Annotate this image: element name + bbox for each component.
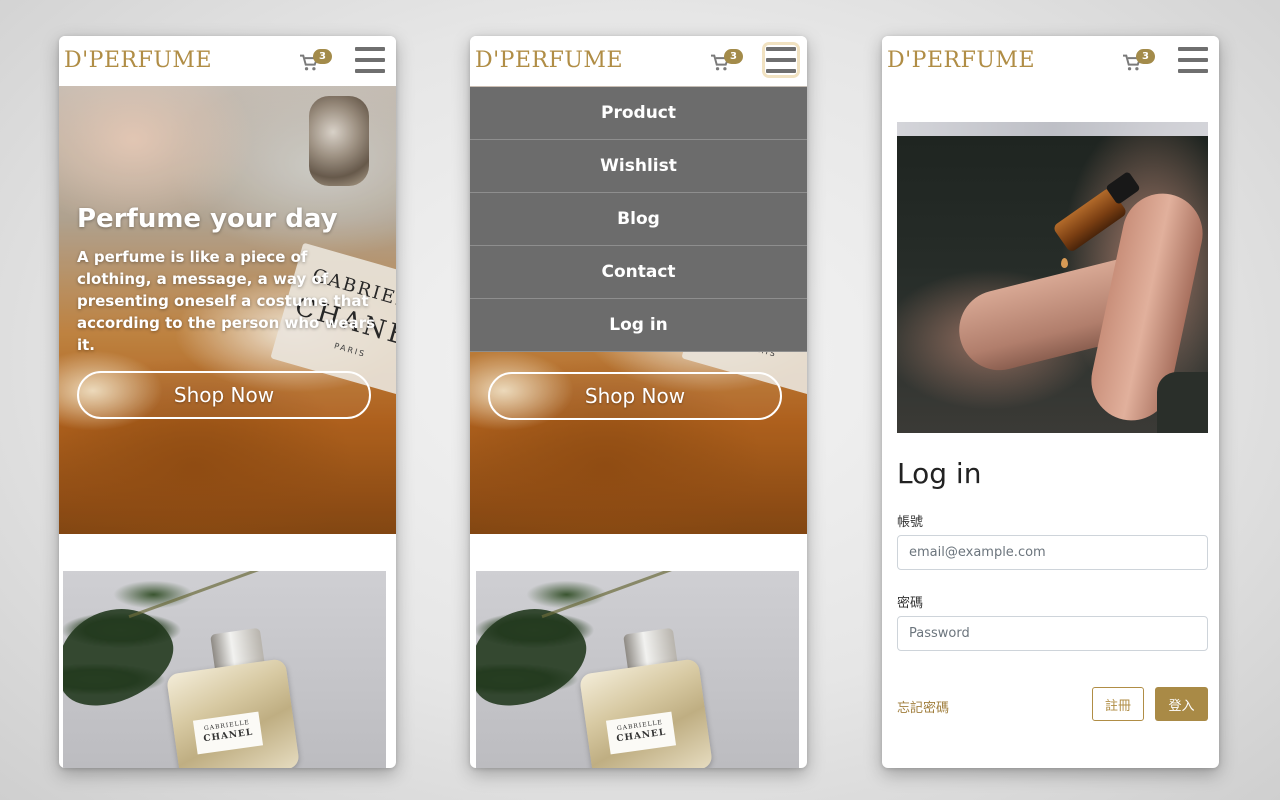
navbar: D'PERFUME 3 [882, 36, 1219, 86]
phone-home-screen: D'PERFUME 3 GABRIEL CHANEL PARIS Perfume… [59, 36, 396, 768]
hamburger-icon-bar [355, 69, 385, 73]
leaf-decoration [476, 589, 600, 723]
login-title: Log in [897, 457, 982, 490]
hamburger-icon-bar [355, 58, 385, 62]
brand-logo[interactable]: D'PERFUME [64, 48, 212, 73]
window-light-decoration [897, 122, 1208, 136]
menu-item-product[interactable]: Product [470, 87, 807, 140]
sleeve-decoration [1157, 372, 1208, 433]
hamburger-icon-bar [766, 58, 796, 62]
shop-now-button[interactable]: Shop Now [488, 372, 782, 420]
hamburger-icon-bar [1178, 69, 1208, 73]
cart-count-badge: 3 [313, 49, 332, 64]
cart-button[interactable]: 3 [710, 49, 743, 74]
hamburger-menu-button[interactable] [1177, 45, 1209, 75]
phone-menu-screen: D'PERFUME 3 GABRIEL CHANEL PARIS Shop No… [470, 36, 807, 768]
dropdown-nav-menu: Product Wishlist Blog Contact Log in [470, 87, 807, 352]
register-button[interactable]: 註冊 [1092, 687, 1144, 721]
shop-now-button[interactable]: Shop Now [77, 371, 371, 419]
product-image[interactable]: GABRIELLE CHANEL [476, 571, 799, 768]
brand-logo[interactable]: D'PERFUME [887, 48, 1035, 73]
hamburger-menu-button[interactable] [762, 42, 800, 78]
menu-item-blog[interactable]: Blog [470, 193, 807, 246]
password-field[interactable] [897, 616, 1208, 651]
hamburger-icon-bar [1178, 58, 1208, 62]
hero-title: Perfume your day [77, 204, 338, 234]
perfume-bottle [165, 658, 301, 768]
login-hero-image [897, 122, 1208, 433]
menu-item-contact[interactable]: Contact [470, 246, 807, 299]
account-label: 帳號 [897, 515, 924, 530]
cart-count-badge: 3 [724, 49, 743, 64]
hamburger-icon [355, 47, 385, 51]
login-submit-button[interactable]: 登入 [1155, 687, 1208, 721]
cart-count-badge: 3 [1136, 49, 1155, 64]
password-label: 密碼 [897, 596, 924, 611]
product-image[interactable]: GABRIELLE CHANEL [63, 571, 386, 768]
menu-item-login[interactable]: Log in [470, 299, 807, 352]
hamburger-icon-bar [766, 69, 796, 73]
hamburger-icon [1178, 47, 1208, 51]
navbar: D'PERFUME 3 [59, 36, 396, 86]
hamburger-icon [766, 47, 796, 51]
perfume-bottle [578, 658, 714, 768]
hero-description: A perfume is like a piece of clothing, a… [77, 248, 376, 354]
hero-banner: GABRIEL CHANEL PARIS Perfume your day A … [59, 86, 396, 534]
menu-item-wishlist[interactable]: Wishlist [470, 140, 807, 193]
brand-logo[interactable]: D'PERFUME [475, 48, 623, 73]
stem-decoration [541, 571, 731, 619]
oil-drop [1061, 258, 1068, 268]
stem-decoration [128, 571, 318, 619]
hamburger-menu-button[interactable] [354, 45, 386, 75]
forgot-password-link[interactable]: 忘記密碼 [897, 697, 949, 716]
navbar: D'PERFUME 3 [470, 36, 807, 86]
cart-button[interactable]: 3 [299, 49, 332, 74]
phone-login-screen: D'PERFUME 3 Log in 帳號 密碼 忘記密碼 註冊 登入 [882, 36, 1219, 768]
email-field[interactable] [897, 535, 1208, 570]
leaf-decoration [63, 589, 187, 723]
cart-button[interactable]: 3 [1122, 49, 1155, 74]
